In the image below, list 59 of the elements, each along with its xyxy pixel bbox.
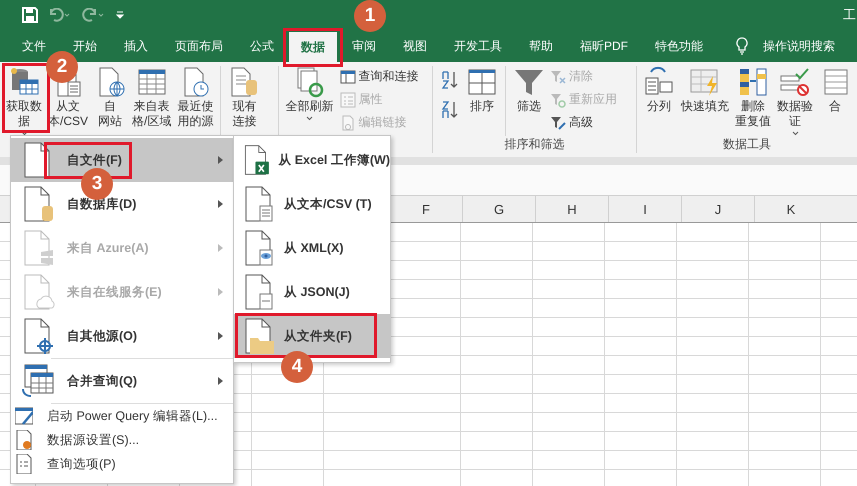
lightbulb-icon (736, 37, 748, 55)
props-icon (340, 92, 356, 108)
menu-item[interactable]: 合并查询(Q) (11, 359, 233, 403)
ribbon-button[interactable]: 现有 连接 (225, 66, 264, 129)
ribbon-button[interactable]: 查询和连接 (340, 66, 419, 87)
ribbon-tab[interactable]: 插入 (116, 30, 156, 62)
menu-item[interactable]: 查询选项(P) (11, 452, 233, 476)
sort-descending-icon[interactable] (440, 100, 460, 120)
reapply-icon (550, 92, 566, 108)
sort-ascending-icon[interactable] (440, 70, 460, 90)
menu-item[interactable]: 启动 Power Query 编辑器(L)... (11, 404, 233, 428)
menu-item[interactable]: 数据源设置(S)... (11, 428, 233, 452)
ribbon-button[interactable]: 删除 重复值 (732, 66, 774, 129)
ribbon-tab[interactable]: 页面布局 (167, 30, 231, 62)
column-header[interactable]: K (754, 196, 827, 222)
undo-icon[interactable] (48, 8, 72, 22)
ribbon-tab[interactable]: 视图 (395, 30, 435, 62)
ribbon-tab[interactable]: 公式 (242, 30, 282, 62)
redo-icon[interactable] (82, 8, 106, 22)
ribbon-button[interactable]: 快速填充 (678, 66, 732, 114)
filter-button[interactable]: 筛选 (510, 66, 548, 114)
menu-item[interactable]: 自其他源(O) (11, 314, 233, 358)
ribbon-button[interactable]: 最近使 用的源 (174, 66, 216, 129)
qtable-icon (340, 68, 356, 84)
save-icon[interactable] (22, 7, 38, 23)
menu-item[interactable]: 从文本/CSV (T) (234, 182, 390, 226)
highlight-frame (283, 28, 343, 67)
ribbon-tab[interactable]: 特色功能 (647, 30, 711, 62)
ribbon-button[interactable]: 获取数 据 (3, 66, 45, 136)
ribbon-button[interactable]: 合 (816, 66, 854, 114)
links-icon (340, 114, 356, 130)
ribbon-button[interactable]: 来自表 格/区域 (129, 66, 174, 129)
customize-toolbar-icon[interactable] (116, 11, 124, 19)
column-header[interactable]: H (535, 196, 608, 222)
ribbon-button[interactable]: 数据验 证 (774, 66, 816, 136)
validate-icon (779, 66, 812, 98)
menu-item[interactable]: 从 JSON(J) (234, 270, 390, 314)
ribbon-tab[interactable]: 数据 (289, 32, 337, 62)
ribbon-tab[interactable]: 帮助 (521, 30, 561, 62)
tell-me-search[interactable]: 操作说明搜索 (759, 30, 839, 62)
ribbon-tab[interactable]: 审阅 (344, 30, 384, 62)
column-header[interactable]: G (462, 196, 535, 222)
column-header[interactable]: I (608, 196, 681, 222)
window-title: 工 (843, 6, 856, 24)
menu-item[interactable]: 从 XML(X) (234, 226, 390, 270)
clear-icon (550, 68, 566, 84)
menu-item[interactable]: 从 Excel 工作簿(W) (234, 138, 390, 182)
group-label: 数据工具 (723, 136, 772, 153)
advanced-icon (550, 114, 566, 130)
dedupe-icon (737, 66, 770, 98)
ribbon-button[interactable]: 自 网站 (91, 66, 130, 129)
ribbon-button[interactable]: 分列 (640, 66, 678, 114)
ribbon-button[interactable]: 全部刷新 (282, 66, 338, 121)
group-label: 排序和筛选 (504, 136, 565, 153)
column-header[interactable]: J (681, 196, 754, 222)
sort-button[interactable]: 排序 (463, 66, 502, 114)
ribbon-button[interactable]: 高级 (550, 112, 618, 133)
ribbon-tab[interactable]: 开发工具 (446, 30, 510, 62)
ribbon-tab[interactable]: 福昕PDF (572, 30, 636, 62)
